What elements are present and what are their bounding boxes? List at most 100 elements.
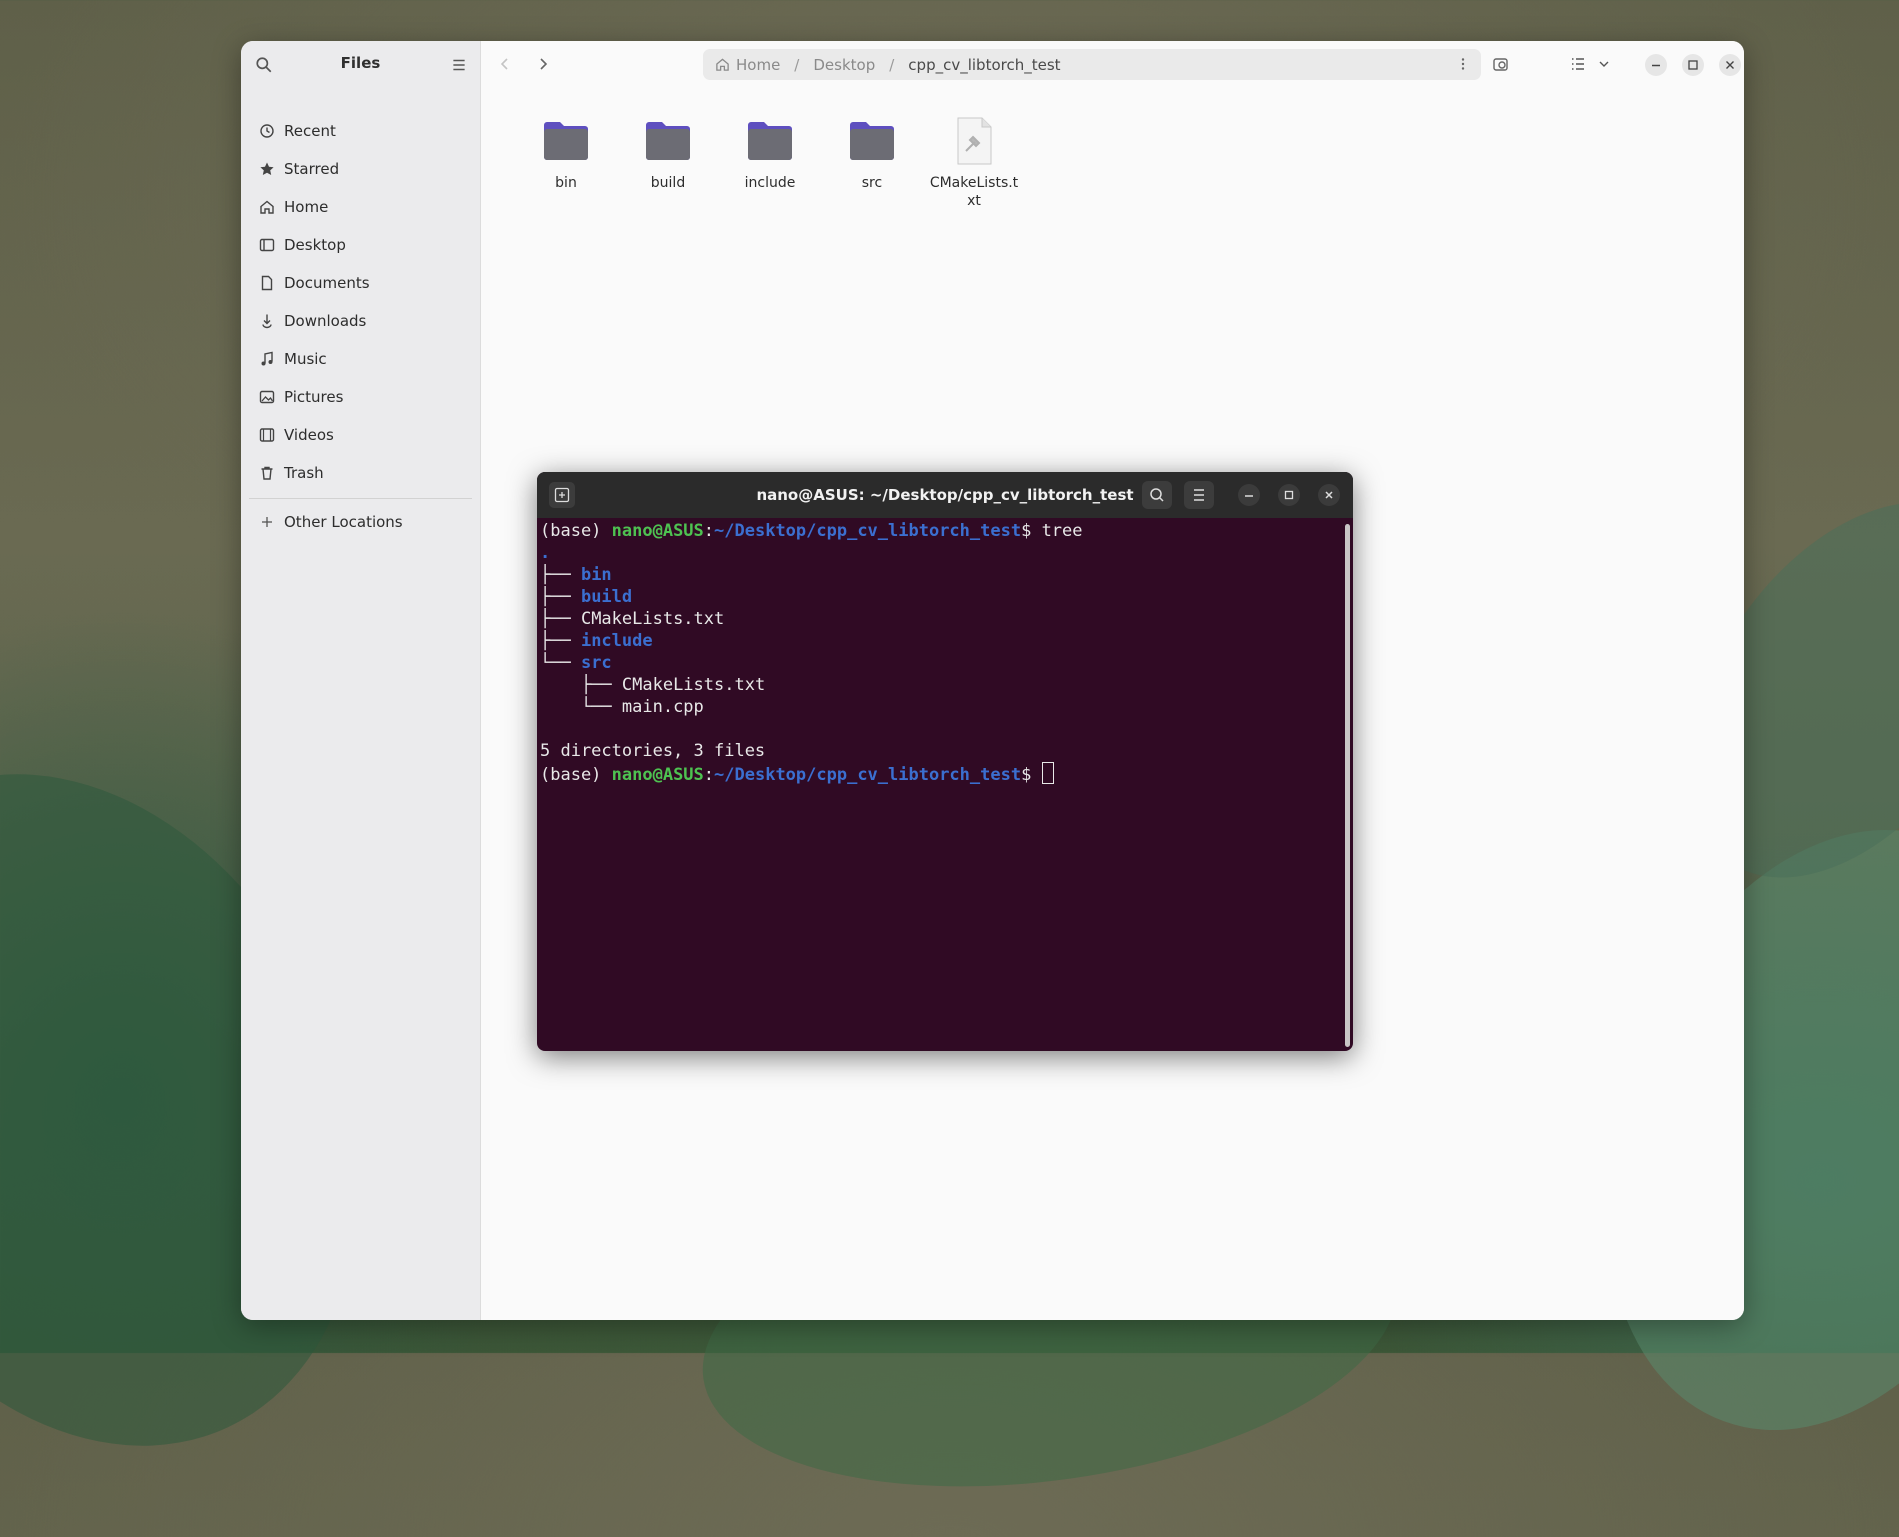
terminal-search-button[interactable] [1142, 481, 1172, 509]
text-file-icon [957, 117, 992, 165]
sidebar-item-label: Music [284, 350, 327, 368]
minimize-icon [1652, 64, 1660, 67]
file-item-cmakelists[interactable]: CMakeLists.txt [923, 115, 1025, 210]
star-icon [260, 162, 274, 175]
breadcrumb-current[interactable]: cpp_cv_libtorch_test [908, 56, 1060, 74]
list-view-icon[interactable] [1568, 54, 1588, 74]
breadcrumb-separator: / [794, 55, 800, 74]
folder-icon [544, 122, 588, 160]
sidebar-divider [249, 498, 472, 499]
tree-line: ├── build [540, 587, 633, 607]
sidebar-item-other-locations[interactable]: Other Locations [241, 503, 480, 541]
home-icon [260, 200, 274, 214]
search-in-folder-icon[interactable] [1491, 54, 1511, 74]
prompt-path: ~/Desktop/cpp_cv_libtorch_test [714, 765, 1022, 785]
tree-line: ├── include [540, 631, 653, 651]
path-bar: Home / Desktop / cpp_cv_libtorch_test [703, 49, 1481, 80]
file-name: CMakeLists.txt [929, 175, 1019, 209]
file-item-include[interactable]: include [719, 115, 821, 210]
sidebar-item-label: Home [284, 198, 329, 216]
sidebar-item-label: Documents [284, 274, 370, 292]
file-item-bin[interactable]: bin [515, 115, 617, 210]
sidebar-item-documents[interactable]: Documents [241, 264, 480, 302]
sidebar-item-videos[interactable]: Videos [241, 416, 480, 454]
tree-line: ├── bin [540, 565, 612, 585]
maximize-icon [1688, 60, 1698, 70]
back-arrow-icon[interactable] [495, 54, 515, 74]
breadcrumb-separator: / [889, 55, 895, 74]
picture-icon [259, 390, 275, 404]
terminal-close-button[interactable] [1318, 484, 1340, 506]
tree-line: ├── CMakeLists.txt [540, 675, 766, 695]
sidebar-item-music[interactable]: Music [241, 340, 480, 378]
download-icon [262, 314, 272, 329]
sidebar-places-list: Recent Starred Home Desktop Documents Do… [241, 112, 480, 541]
sidebar-item-trash[interactable]: Trash [241, 454, 480, 492]
prompt-path: ~/Desktop/cpp_cv_libtorch_test [714, 521, 1022, 541]
close-button[interactable] [1719, 54, 1741, 76]
file-name: bin [555, 175, 577, 191]
prompt-env: (base) [540, 765, 612, 785]
tree-line: ├── CMakeLists.txt [540, 609, 725, 629]
terminal-scrollbar[interactable] [1345, 524, 1350, 1047]
sidebar-item-label: Trash [284, 464, 324, 482]
tree-line: └── src [540, 653, 612, 673]
hamburger-menu-icon [1194, 489, 1204, 501]
tree-line: └── main.cpp [540, 697, 704, 717]
sidebar-item-desktop[interactable]: Desktop [241, 226, 480, 264]
kebab-menu-icon[interactable] [1455, 56, 1471, 72]
terminal-title: nano@ASUS: ~/Desktop/cpp_cv_libtorch_tes… [756, 486, 1134, 504]
prompt-env: (base) [540, 521, 612, 541]
terminal-command: tree [1041, 521, 1083, 541]
sidebar-item-starred[interactable]: Starred [241, 150, 480, 188]
trash-icon [261, 466, 273, 480]
sidebar-item-label: Recent [284, 122, 336, 140]
terminal-menu-button[interactable] [1184, 481, 1214, 509]
terminal-window: nano@ASUS: ~/Desktop/cpp_cv_libtorch_tes… [537, 472, 1353, 1051]
minimize-button[interactable] [1645, 54, 1667, 76]
sidebar-item-label: Other Locations [284, 513, 403, 531]
sidebar-item-label: Starred [284, 160, 340, 178]
terminal-maximize-button[interactable] [1278, 484, 1300, 506]
sidebar-item-pictures[interactable]: Pictures [241, 378, 480, 416]
tree-root: . [540, 543, 551, 563]
sidebar-item-label: Pictures [284, 388, 344, 406]
tree-summary: 5 directories, 3 files [540, 741, 766, 761]
file-item-build[interactable]: build [617, 115, 719, 210]
minimize-icon [1245, 495, 1253, 497]
folder-icon [850, 122, 894, 160]
sidebar-item-recent[interactable]: Recent [241, 112, 480, 150]
terminal-output[interactable]: (base) nano@ASUS:~/Desktop/cpp_cv_libtor… [537, 518, 1343, 1051]
forward-arrow-icon[interactable] [533, 54, 553, 74]
sidebar-item-home[interactable]: Home [241, 188, 480, 226]
chevron-down-icon[interactable] [1594, 54, 1614, 74]
music-icon [261, 351, 273, 366]
hamburger-menu-icon[interactable] [450, 56, 468, 74]
breadcrumb-home[interactable]: Home [736, 56, 780, 74]
sidebar-header: Files [241, 41, 480, 87]
file-name: src [861, 175, 883, 191]
close-icon [1726, 61, 1734, 69]
breadcrumb-desktop[interactable]: Desktop [813, 56, 875, 74]
sidebar-item-label: Downloads [284, 312, 367, 330]
terminal-minimize-button[interactable] [1238, 484, 1260, 506]
prompt-user: nano@ASUS [611, 521, 704, 541]
sidebar-item-label: Desktop [284, 236, 346, 254]
sidebar: Files Recent Starred Home Desktop Docume… [241, 41, 481, 1320]
desktop-icon [259, 238, 275, 252]
terminal-headerbar: nano@ASUS: ~/Desktop/cpp_cv_libtorch_tes… [537, 472, 1353, 518]
file-grid: bin build include src CMakeLists.txt [515, 115, 1025, 210]
file-name: build [650, 175, 686, 191]
sidebar-item-downloads[interactable]: Downloads [241, 302, 480, 340]
text-cursor [1041, 762, 1054, 784]
maximize-button[interactable] [1682, 54, 1704, 76]
files-headerbar: Home / Desktop / cpp_cv_libtorch_test [481, 41, 1744, 87]
terminal-line: (base) nano@ASUS:~/Desktop/cpp_cv_libtor… [540, 762, 1054, 785]
terminal-line: (base) nano@ASUS:~/Desktop/cpp_cv_libtor… [540, 521, 1083, 541]
file-item-src[interactable]: src [821, 115, 923, 210]
folder-icon [748, 122, 792, 160]
prompt-user: nano@ASUS [611, 765, 704, 785]
document-icon [261, 275, 273, 291]
folder-icon [646, 122, 690, 160]
search-icon [1150, 488, 1164, 502]
